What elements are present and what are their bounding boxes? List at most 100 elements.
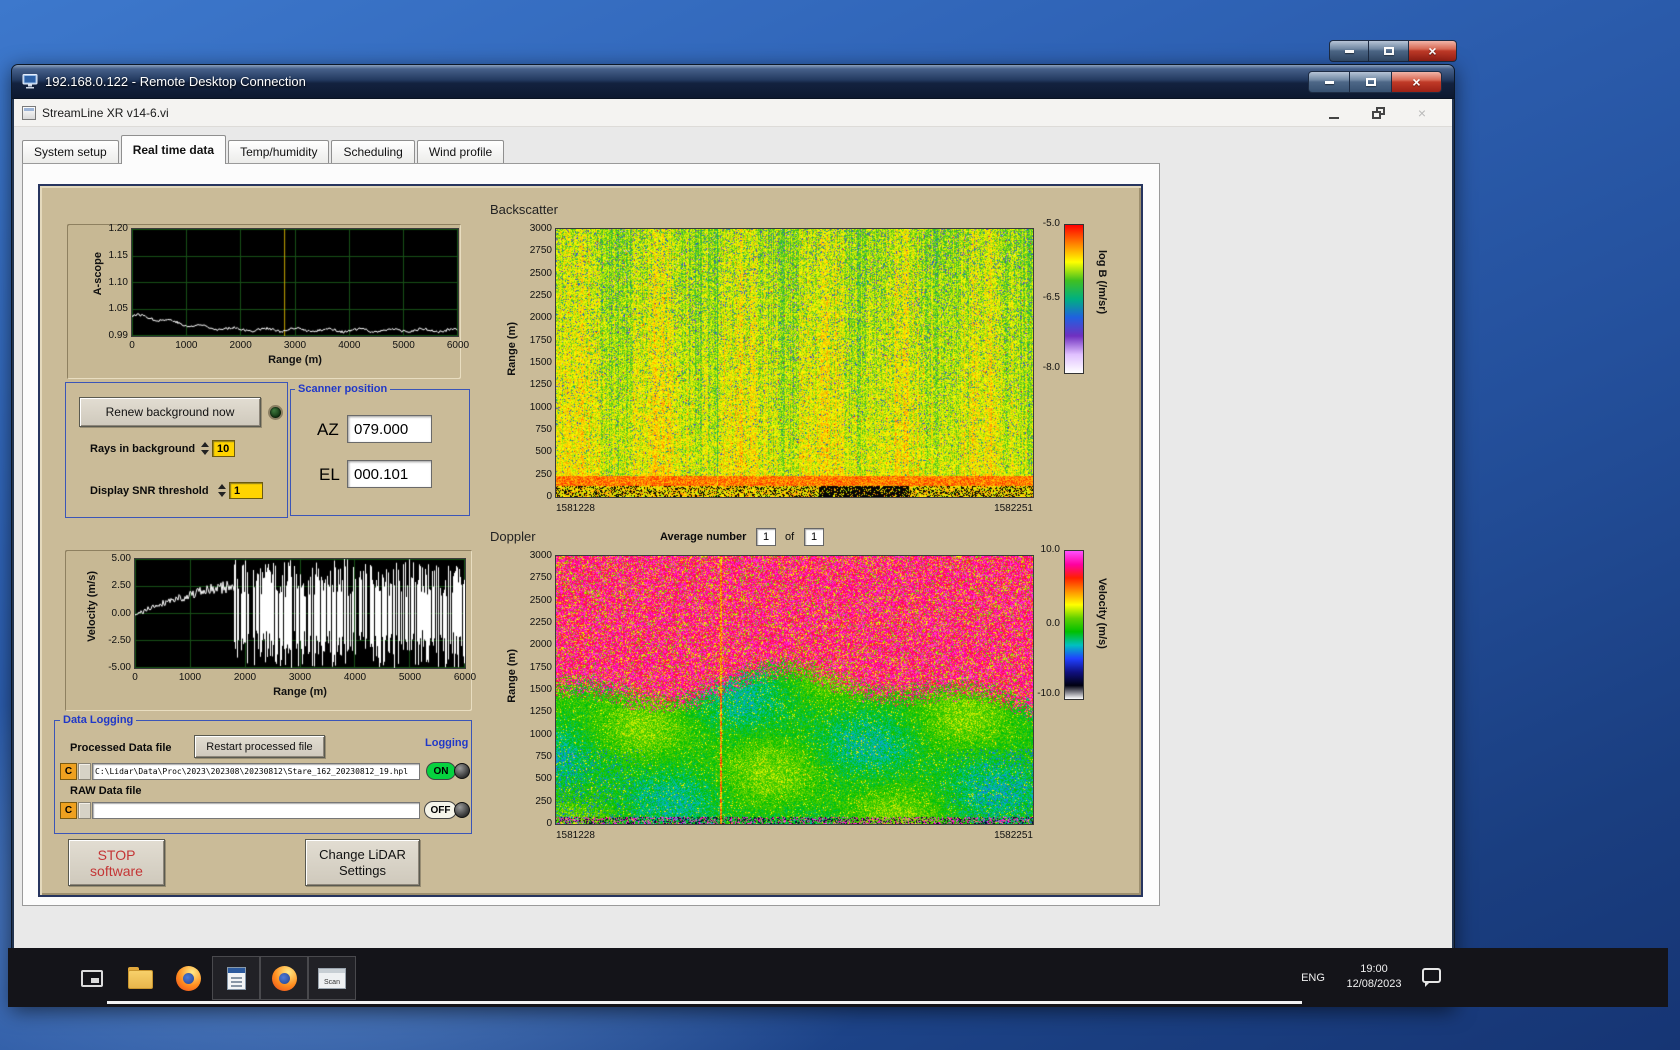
ascope-plot xyxy=(131,228,459,337)
ascope-x-axis-label: Range (m) xyxy=(268,354,322,366)
velocity-plot xyxy=(134,558,466,669)
processed-path-input[interactable]: C:\Lidar\Data\Proc\2023\202308\20230812\… xyxy=(92,763,420,780)
ascope-y-tick: 1.10 xyxy=(108,276,128,288)
doppler-title: Doppler xyxy=(490,529,536,544)
doppler-colorbar-tick: 0.0 xyxy=(1046,618,1060,629)
raw-drive-select[interactable]: C xyxy=(60,802,77,819)
doppler-colorbar-tick: -10.0 xyxy=(1037,688,1060,699)
taskbar-firefox-button[interactable] xyxy=(164,956,212,1000)
backscatter-colorbar-tick: -6.5 xyxy=(1042,292,1060,303)
minimize-icon xyxy=(1344,49,1354,53)
taskbar-firefox-window-button[interactable] xyxy=(260,956,308,1000)
tab-scheduling[interactable]: Scheduling xyxy=(331,140,415,163)
taskbar-file-explorer-button[interactable] xyxy=(116,956,164,1000)
velocity-y-tick: -2.50 xyxy=(108,634,131,646)
az-value: 079.000 xyxy=(347,415,432,443)
raw-data-file-label: RAW Data file xyxy=(70,785,142,797)
average-number-input[interactable]: 1 xyxy=(756,528,776,546)
ascope-y-tick: 1.20 xyxy=(108,223,128,234)
backscatter-colorbar xyxy=(1064,224,1084,374)
backscatter-y-tick: 500 xyxy=(535,446,552,458)
tab-strip: System setup Real time data Temp/humidit… xyxy=(22,133,1452,164)
backscatter-title: Backscatter xyxy=(490,202,558,217)
spinner-down-icon[interactable] xyxy=(218,492,226,497)
velocity-x-tick: 3000 xyxy=(288,672,312,683)
doppler-heatmap xyxy=(555,555,1034,825)
file-explorer-icon xyxy=(127,967,153,989)
stop-software-button[interactable]: STOP software xyxy=(68,839,165,886)
app-close-button[interactable]: × xyxy=(1400,99,1444,127)
rdp-title: 192.168.0.122 - Remote Desktop Connectio… xyxy=(45,74,306,89)
doppler-y-tick: 750 xyxy=(535,751,552,762)
app-window-controls: × xyxy=(1312,99,1444,127)
rays-value-input[interactable]: 10 xyxy=(212,440,235,457)
raw-logging-toggle[interactable]: OFF xyxy=(424,801,457,819)
rays-spinner[interactable] xyxy=(200,440,210,457)
doppler-colorbar xyxy=(1064,550,1084,700)
rdp-icon xyxy=(22,74,38,89)
backscatter-y-tick: 1500 xyxy=(529,357,552,368)
backscatter-heatmap xyxy=(555,228,1034,498)
spinner-up-icon[interactable] xyxy=(201,442,209,447)
change-lidar-settings-button[interactable]: Change LiDAR Settings xyxy=(305,839,420,886)
host-minimize-button[interactable] xyxy=(1329,40,1369,62)
ascope-x-tick: 3000 xyxy=(283,340,307,351)
app-title: StreamLine XR v14-6.vi xyxy=(42,105,169,120)
firefox-icon xyxy=(175,965,201,991)
raw-path-input[interactable] xyxy=(92,802,420,819)
host-close-button[interactable]: × xyxy=(1409,40,1457,62)
close-icon: × xyxy=(1412,74,1421,90)
tab-system-setup[interactable]: System setup xyxy=(22,140,119,163)
change-button-line2: Settings xyxy=(339,862,386,878)
host-maximize-button[interactable] xyxy=(1369,40,1409,62)
snr-value-input[interactable]: 1 xyxy=(229,482,263,499)
window-edge-highlight xyxy=(107,1001,1302,1004)
labview-panel: A-scope Range (m) Renew background now R… xyxy=(38,184,1143,897)
spinner-down-icon[interactable] xyxy=(201,450,209,455)
raw-logging-knob[interactable] xyxy=(454,802,470,818)
taskbar-scan-app-button[interactable]: Scan xyxy=(308,956,356,1000)
tab-real-time-data[interactable]: Real time data xyxy=(120,135,227,164)
app-minimize-button[interactable] xyxy=(1312,99,1356,127)
doppler-x-tick: 1581228 xyxy=(556,830,595,841)
spinner-up-icon[interactable] xyxy=(218,484,226,489)
restore-icon xyxy=(1371,107,1385,119)
taskbar-document-app-button[interactable] xyxy=(212,956,260,1000)
data-logging-title: Data Logging xyxy=(60,714,137,726)
app-restore-button[interactable] xyxy=(1356,99,1400,127)
velocity-x-tick: 6000 xyxy=(453,672,477,683)
taskbar-task-view-button[interactable] xyxy=(68,956,116,1000)
doppler-x-tick: 1582251 xyxy=(994,830,1033,841)
average-number-label: Average number xyxy=(660,531,747,543)
raw-browse-icon[interactable] xyxy=(78,802,91,819)
snr-spinner[interactable] xyxy=(217,482,227,499)
taskbar-clock[interactable]: 19:00 12/08/2023 xyxy=(1336,962,1412,992)
doppler-y-tick: 1750 xyxy=(529,661,552,673)
doppler-y-tick: 2750 xyxy=(529,572,552,584)
rdp-maximize-button[interactable] xyxy=(1350,71,1392,93)
rdp-titlebar: 192.168.0.122 - Remote Desktop Connectio… xyxy=(12,65,1454,99)
tab-wind-profile[interactable]: Wind profile xyxy=(416,140,505,163)
processed-logging-toggle[interactable]: ON xyxy=(426,762,456,780)
velocity-x-tick: 4000 xyxy=(343,672,367,683)
restart-processed-file-button[interactable]: Restart processed file xyxy=(194,735,325,758)
app-titlebar: StreamLine XR v14-6.vi × xyxy=(14,99,1452,127)
backscatter-y-tick: 2250 xyxy=(529,290,552,301)
backscatter-colorbar-label: log B (/m/sr) xyxy=(1096,250,1108,315)
task-view-icon xyxy=(81,969,103,987)
taskbar-language-button[interactable]: ENG xyxy=(1293,958,1333,998)
processed-drive-select[interactable]: C xyxy=(60,763,77,780)
doppler-y-tick: 0 xyxy=(546,818,552,829)
az-label: AZ xyxy=(317,420,339,439)
velocity-y-tick: 0.00 xyxy=(111,607,131,619)
rdp-minimize-button[interactable] xyxy=(1308,71,1350,93)
action-center-icon[interactable] xyxy=(1422,968,1441,987)
processed-browse-icon[interactable] xyxy=(78,763,91,780)
taskbar-date: 12/08/2023 xyxy=(1346,978,1402,990)
rdp-close-button[interactable]: × xyxy=(1392,71,1442,93)
ascope-y-tick: 1.05 xyxy=(108,303,128,315)
velocity-x-tick: 0 xyxy=(132,672,138,683)
renew-background-button[interactable]: Renew background now xyxy=(79,397,261,427)
processed-logging-knob[interactable] xyxy=(454,763,470,779)
tab-temp-humidity[interactable]: Temp/humidity xyxy=(228,140,330,163)
